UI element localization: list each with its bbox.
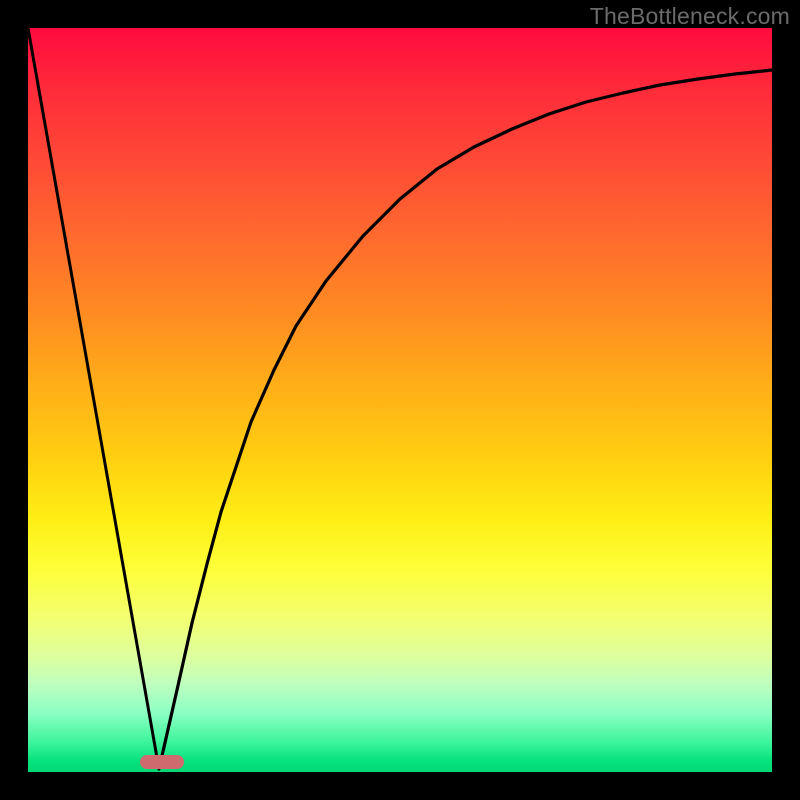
left-descent-line: [28, 28, 159, 769]
right-curve-line: [159, 70, 772, 769]
watermark-text: TheBottleneck.com: [590, 3, 790, 30]
curve-layer: [28, 28, 772, 772]
minimum-marker: [140, 755, 184, 769]
chart-frame: TheBottleneck.com: [0, 0, 800, 800]
plot-area: [28, 28, 772, 772]
